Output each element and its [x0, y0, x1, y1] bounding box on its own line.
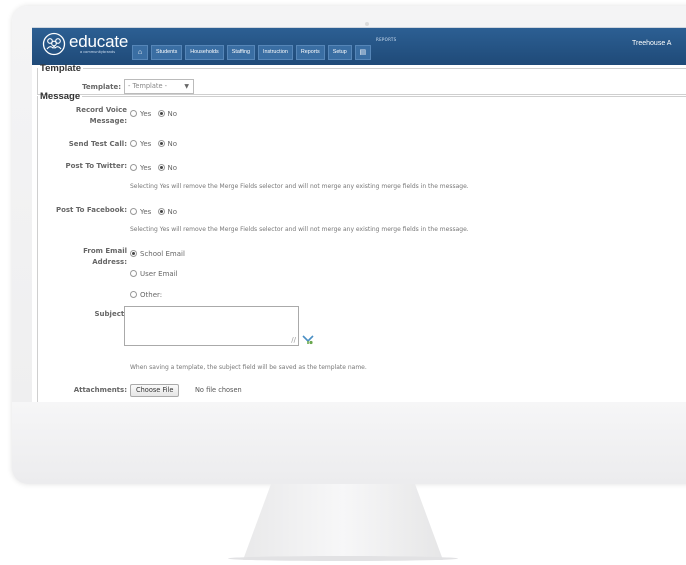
facebook-merge-hint: Selecting Yes will remove the Merge Fiel…	[130, 226, 469, 233]
message-section: Message Record Voice Message: Yes No Sen…	[37, 91, 686, 402]
school-email-option: School Email	[130, 249, 185, 260]
people-circle-icon	[42, 32, 66, 56]
no-label: No	[167, 140, 178, 148]
monitor-chin	[12, 402, 686, 484]
send-test-call-yes-radio[interactable]	[130, 140, 137, 147]
logo-subtext: a communitybrands	[80, 50, 116, 54]
template-select-value: - Template -	[128, 82, 168, 90]
from-email-label: From Email Address:	[83, 247, 127, 266]
no-label: No	[167, 110, 178, 118]
user-email-option: User Email	[130, 269, 178, 280]
post-facebook-options: Yes No	[130, 207, 177, 218]
nav-staffing[interactable]: Staffing	[226, 45, 255, 60]
monitor-stand-base	[228, 556, 458, 561]
nav-households[interactable]: Households	[185, 45, 224, 60]
post-twitter-label: Post To Twitter:	[65, 162, 127, 170]
record-voice-label: Record Voice Message:	[75, 106, 127, 125]
school-email-radio[interactable]	[130, 250, 137, 257]
logo-text: educate	[69, 32, 129, 51]
nav-instruction[interactable]: Instruction	[257, 45, 293, 60]
nav-report-button[interactable]: ▤	[354, 45, 371, 60]
yes-label: Yes	[140, 164, 152, 172]
user-email-label: User Email	[140, 270, 178, 278]
main-nav: ⌂ Students Households Staffing Instructi…	[132, 45, 371, 60]
school-email-label: School Email	[140, 250, 185, 258]
app-header: educate a communitybrands REPORTS ⌂ Stud…	[32, 28, 686, 65]
nav-home-button[interactable]: ⌂	[132, 45, 148, 60]
merge-fields-icon[interactable]	[302, 335, 314, 345]
document-icon: ▤	[359, 49, 367, 56]
reports-label: REPORTS	[376, 37, 397, 42]
screen: educate a communitybrands REPORTS ⌂ Stud…	[32, 27, 686, 402]
yes-label: Yes	[140, 140, 152, 148]
post-facebook-label: Post To Facebook:	[55, 206, 127, 214]
twitter-merge-hint: Selecting Yes will remove the Merge Fiel…	[130, 183, 469, 190]
message-section-title: Message	[40, 91, 81, 102]
resize-handle-icon[interactable]: //	[291, 337, 296, 344]
monitor-stand	[243, 484, 443, 560]
header-user-name[interactable]: Treehouse A	[632, 40, 671, 47]
yes-label: Yes	[140, 208, 152, 216]
camera-dot	[365, 22, 369, 26]
post-facebook-no-radio[interactable]	[157, 208, 165, 215]
send-test-call-no-radio[interactable]	[157, 140, 165, 147]
subject-hint: When saving a template, the subject fiel…	[130, 364, 367, 371]
no-label: No	[167, 208, 178, 216]
post-twitter-no-radio[interactable]	[157, 164, 165, 171]
yes-label: Yes	[140, 110, 152, 118]
logo[interactable]: educate	[42, 32, 128, 60]
other-email-option: Other:	[130, 290, 162, 301]
nav-reports[interactable]: Reports	[295, 45, 325, 60]
other-email-label: Other:	[140, 291, 163, 299]
nav-setup[interactable]: Setup	[327, 45, 352, 60]
record-voice-no-radio[interactable]	[157, 110, 165, 117]
send-test-call-label: Send Test Call:	[68, 140, 127, 148]
form-content: Template Template: - Template - ▼ Messag…	[32, 63, 686, 402]
post-facebook-yes-radio[interactable]	[130, 208, 137, 215]
send-test-call-options: Yes No	[130, 139, 177, 150]
post-twitter-yes-radio[interactable]	[130, 164, 137, 171]
template-section-title: Template	[40, 63, 82, 74]
nav-students[interactable]: Students	[151, 45, 183, 60]
attachments-label: Attachments:	[73, 386, 127, 394]
home-icon: ⌂	[137, 49, 143, 56]
no-label: No	[167, 164, 178, 172]
user-email-radio[interactable]	[130, 270, 137, 277]
record-voice-options: Yes No	[130, 109, 177, 120]
other-email-radio[interactable]	[130, 291, 137, 298]
post-twitter-options: Yes No	[130, 163, 177, 174]
file-status: No file chosen	[195, 386, 242, 394]
choose-file-button[interactable]: Choose File	[130, 384, 180, 397]
subject-label: Subject:	[94, 310, 127, 318]
subject-input[interactable]: //	[124, 306, 299, 346]
record-voice-yes-radio[interactable]	[130, 110, 137, 117]
